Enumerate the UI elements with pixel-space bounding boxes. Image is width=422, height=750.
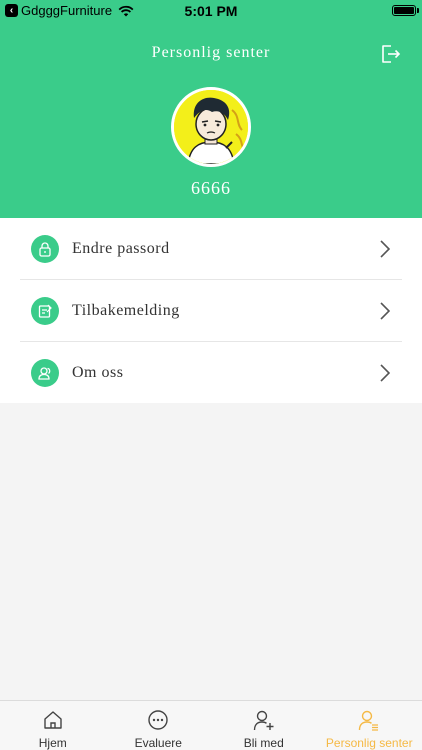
chevron-right-icon	[380, 240, 390, 258]
page-title: Personlig senter	[151, 44, 271, 61]
cartoon-avatar-icon	[174, 90, 248, 164]
chat-icon	[148, 710, 168, 730]
menu-item-label: Tilbakemelding	[72, 301, 180, 319]
tab-personal-center[interactable]: Personlig senter	[317, 701, 422, 750]
tab-label: Hjem	[38, 736, 67, 750]
settings-menu: Endre passord Tilbakemelding Om oss	[0, 218, 422, 403]
username: 6666	[191, 178, 231, 198]
logout-icon[interactable]	[378, 42, 402, 66]
chevron-right-icon	[380, 364, 390, 382]
tab-join[interactable]: Bli med	[211, 701, 317, 750]
chevron-right-icon	[380, 302, 390, 320]
status-time: 5:01 PM	[184, 3, 238, 19]
status-bar: ‹ GdgggFurniture 5:01 PM	[0, 0, 422, 22]
menu-item-about-us[interactable]: Om oss	[20, 342, 402, 404]
tab-label: Personlig senter	[325, 736, 413, 750]
people-icon	[31, 359, 59, 387]
lock-icon	[31, 234, 59, 263]
menu-item-change-password[interactable]: Endre passord	[20, 218, 402, 280]
tab-bar: Hjem Evaluere Bli med Personlig senter	[0, 700, 422, 750]
profile-header: ‹ GdgggFurniture 5:01 PM Personlig sente…	[0, 0, 422, 218]
menu-item-feedback[interactable]: Tilbakemelding	[20, 280, 402, 342]
avatar[interactable]	[171, 87, 251, 167]
feedback-icon	[31, 296, 59, 325]
battery-tip	[417, 8, 419, 13]
add-user-icon	[253, 710, 274, 731]
home-icon	[44, 711, 62, 729]
tab-label: Bli med	[243, 736, 284, 750]
battery-icon	[392, 5, 416, 16]
menu-item-label: Om oss	[72, 364, 124, 381]
tab-home[interactable]: Hjem	[0, 701, 106, 750]
tab-evaluate[interactable]: Evaluere	[106, 701, 212, 750]
tab-label: Evaluere	[134, 736, 182, 750]
menu-item-label: Endre passord	[72, 239, 170, 257]
profile-icon	[359, 710, 379, 731]
